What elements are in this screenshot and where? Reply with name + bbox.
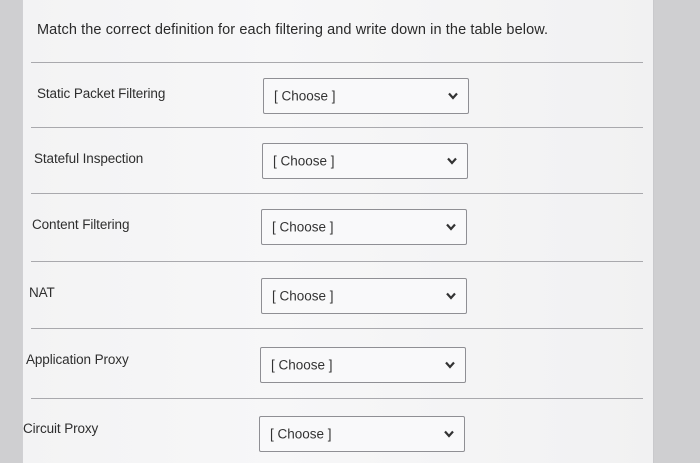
select-value: [ Choose ] [272, 219, 334, 235]
definition-select-static-packet-filtering[interactable]: [ Choose ] [263, 78, 469, 114]
row-label-application-proxy: Application Proxy [26, 352, 129, 367]
select-value: [ Choose ] [271, 357, 333, 373]
definition-select-stateful-inspection[interactable]: [ Choose ] [262, 143, 468, 179]
select-value: [ Choose ] [273, 153, 335, 169]
row-label-stateful-inspection: Stateful Inspection [34, 151, 144, 166]
select-value: [ Choose ] [270, 426, 332, 442]
divider [31, 127, 643, 128]
question-card: Match the correct definition for each fi… [22, 0, 654, 463]
divider [31, 398, 643, 399]
row-label-static-packet-filtering: Static Packet Filtering [37, 86, 166, 101]
question-text: Match the correct definition for each fi… [37, 22, 549, 38]
chevron-down-icon [445, 361, 455, 369]
chevron-down-icon [448, 92, 458, 100]
row-label-nat: NAT [29, 285, 55, 300]
row-label-circuit-proxy: Circuit Proxy [23, 421, 99, 436]
select-value: [ Choose ] [272, 288, 334, 304]
divider [31, 193, 643, 194]
chevron-down-icon [444, 430, 454, 438]
chevron-down-icon [446, 292, 456, 300]
divider [31, 328, 643, 329]
divider [31, 62, 643, 63]
select-value: [ Choose ] [274, 88, 336, 104]
definition-select-content-filtering[interactable]: [ Choose ] [261, 209, 467, 245]
chevron-down-icon [447, 157, 457, 165]
definition-select-circuit-proxy[interactable]: [ Choose ] [259, 416, 465, 452]
row-label-content-filtering: Content Filtering [32, 217, 130, 232]
chevron-down-icon [446, 223, 456, 231]
definition-select-nat[interactable]: [ Choose ] [261, 278, 467, 314]
definition-select-application-proxy[interactable]: [ Choose ] [260, 347, 466, 383]
divider [31, 261, 643, 262]
